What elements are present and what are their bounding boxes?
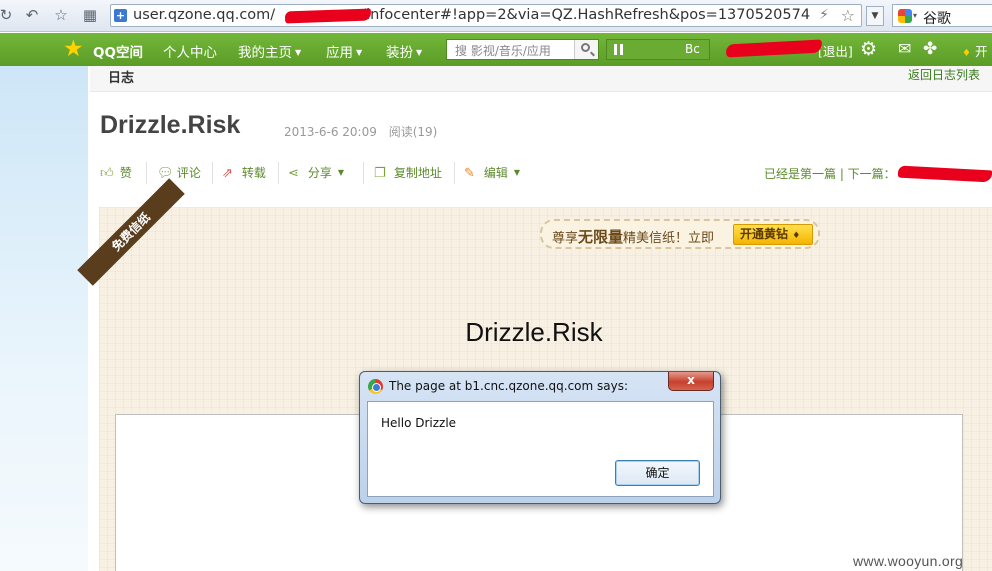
- qzone-search-input[interactable]: 搜 影视/音乐/应用: [446, 39, 599, 60]
- security-shield-icon: +: [114, 9, 127, 22]
- chevron-down-icon: ▼: [295, 48, 302, 57]
- search-engine-box[interactable]: ▾ 谷歌: [892, 4, 992, 27]
- close-icon: x: [687, 373, 695, 387]
- ok-button[interactable]: 确定: [615, 460, 700, 486]
- letter-title: Drizzle.Risk: [465, 317, 603, 347]
- vip-link[interactable]: ♦ 开: [962, 41, 987, 60]
- search-engine-label: 谷歌: [923, 11, 951, 27]
- bookmark-star-icon[interactable]: ☆: [51, 5, 71, 25]
- url-path: /infocenter#!app=2&via=QZ.HashRefresh&po…: [361, 7, 811, 23]
- divider: [363, 162, 364, 184]
- pause-icon[interactable]: [614, 44, 623, 55]
- alert-dialog: The page at b1.cnc.qzone.qq.com says: x …: [359, 371, 721, 504]
- copy-icon: ❐: [374, 166, 386, 181]
- open-yellow-diamond-button[interactable]: 开通黄钻 ♦: [733, 224, 813, 245]
- dialog-body: Hello Drizzle 确定: [367, 401, 714, 497]
- player-text: Bc: [685, 42, 700, 56]
- copy-link-button[interactable]: ❐ 复制地址: [374, 164, 442, 181]
- share-label: 分享: [307, 166, 332, 180]
- url-host: user.qzone.qq.com/: [133, 7, 276, 23]
- back-to-list-link[interactable]: 返回日志列表: [908, 66, 980, 83]
- divider: [278, 162, 279, 184]
- chevron-down-icon: ▼: [416, 48, 423, 57]
- menu-apps[interactable]: 应用 ▼: [326, 41, 362, 61]
- share-icon: ⋖: [288, 166, 299, 181]
- menu-my-homepage-label: 我的主页: [238, 45, 292, 61]
- edit-label: 编辑: [483, 166, 508, 180]
- address-dropdown-button[interactable]: ▼: [866, 6, 884, 26]
- clover-icon[interactable]: ✤: [923, 38, 937, 60]
- repost-button[interactable]: ⇗ 转载: [222, 164, 266, 181]
- like-button[interactable]: 👍︎ 赞: [100, 164, 132, 181]
- qzone-toolbar: ★ QQ空间 个人中心 我的主页 ▼ 应用 ▼ 装扮 ▼ 搜 影视/音乐/应用 Bc …: [0, 33, 992, 66]
- diamond-icon: ♦: [962, 48, 971, 59]
- copy-link-label: 复制地址: [393, 166, 442, 180]
- promo-prefix: 尊享: [552, 231, 579, 246]
- menu-personal-center[interactable]: 个人中心: [163, 41, 217, 61]
- qzone-logo-icon[interactable]: ★: [63, 37, 84, 61]
- page-background: [0, 66, 88, 571]
- menu-decorate-label: 装扮: [386, 45, 413, 61]
- post-meta: 2013-6-6 20:09 阅读(19): [284, 123, 437, 140]
- close-button[interactable]: x: [668, 372, 714, 391]
- promo-button-label: 开通黄钻: [740, 227, 789, 241]
- undo-icon[interactable]: ↶: [22, 5, 42, 25]
- post-title: Drizzle.Risk: [100, 111, 241, 139]
- yellow-diamond-promo: 尊享无限量精美信纸！立即 开通黄钻 ♦: [540, 219, 820, 249]
- search-button[interactable]: [574, 40, 598, 59]
- divider: [454, 162, 455, 184]
- comment-button[interactable]: 💬︎ 评论: [157, 164, 201, 181]
- chevron-down-icon: ▼: [337, 168, 344, 177]
- watermark: www.wooyun.org: [853, 553, 964, 569]
- chevron-down-icon: ▼: [513, 168, 520, 177]
- vip-label: 开: [974, 44, 988, 59]
- section-title: 日志: [108, 71, 135, 86]
- screenshot-root: ↻ ↶ ☆ ▦ + user.qzone.qq.com/ /infocenter#…: [0, 0, 992, 571]
- repost-label: 转载: [241, 166, 266, 180]
- post-reads: 阅读(19): [388, 125, 438, 139]
- logout-link[interactable]: [退出]: [818, 41, 853, 60]
- chrome-browser-icon: [368, 379, 383, 394]
- gear-icon[interactable]: ⚙: [860, 38, 877, 60]
- search-placeholder: 搜 影视/音乐/应用: [455, 44, 551, 58]
- post-date: 2013-6-6 20:09: [284, 125, 377, 139]
- engine-caret-icon: ▾: [913, 11, 918, 20]
- reload-icon[interactable]: ↻: [0, 5, 16, 25]
- search-icon: [581, 43, 590, 52]
- chevron-down-icon: ▼: [356, 48, 363, 57]
- mail-icon[interactable]: ✉: [898, 39, 911, 59]
- url-text: user.qzone.qq.com/ /infocenter#!app=2&via…: [133, 7, 810, 23]
- google-icon: [898, 9, 912, 23]
- section-header: 日志 返回日志列表: [90, 66, 992, 92]
- share-button[interactable]: ⋖ 分享 ▼: [288, 164, 344, 181]
- like-label: 赞: [119, 166, 132, 180]
- promo-suffix: 精美信纸！立即: [623, 231, 715, 246]
- next-post-redaction: [897, 165, 992, 183]
- promo-bold: 无限量: [578, 228, 624, 246]
- thumbs-up-icon: 👍︎: [100, 166, 114, 181]
- prev-next-nav[interactable]: 已经是第一篇 | 下一篇：: [764, 165, 896, 182]
- menu-personal-center-label: 个人中心: [163, 45, 217, 61]
- comment-label: 评论: [176, 166, 201, 180]
- qzone-brand[interactable]: QQ空间: [93, 41, 143, 61]
- menu-my-homepage[interactable]: 我的主页 ▼: [238, 41, 301, 61]
- repost-icon: ⇗: [222, 166, 233, 181]
- favorite-star-icon[interactable]: ☆: [841, 6, 855, 25]
- music-player[interactable]: Bc: [606, 39, 710, 60]
- dialog-message: Hello Drizzle: [381, 416, 457, 430]
- edit-pencil-icon: ✎: [464, 166, 475, 181]
- free-paper-ribbon: 免费信纸: [77, 178, 185, 286]
- promo-text: 尊享无限量精美信纸！立即: [552, 226, 714, 247]
- browser-toolbar: ↻ ↶ ☆ ▦ + user.qzone.qq.com/ /infocenter#…: [0, 0, 992, 32]
- divider: [212, 162, 213, 184]
- menu-decorate[interactable]: 装扮 ▼: [386, 41, 422, 61]
- diamond-icon: ♦: [792, 231, 801, 241]
- divider: [146, 162, 147, 184]
- grid-icon[interactable]: ▦: [80, 5, 100, 25]
- address-bar[interactable]: + user.qzone.qq.com/ /infocenter#!app=2&v…: [110, 4, 862, 27]
- menu-apps-label: 应用: [326, 45, 353, 61]
- edit-button[interactable]: ✎ 编辑 ▼: [464, 164, 520, 181]
- lightning-icon[interactable]: ⚡: [819, 7, 829, 23]
- dialog-title: The page at b1.cnc.qzone.qq.com says:: [389, 379, 629, 393]
